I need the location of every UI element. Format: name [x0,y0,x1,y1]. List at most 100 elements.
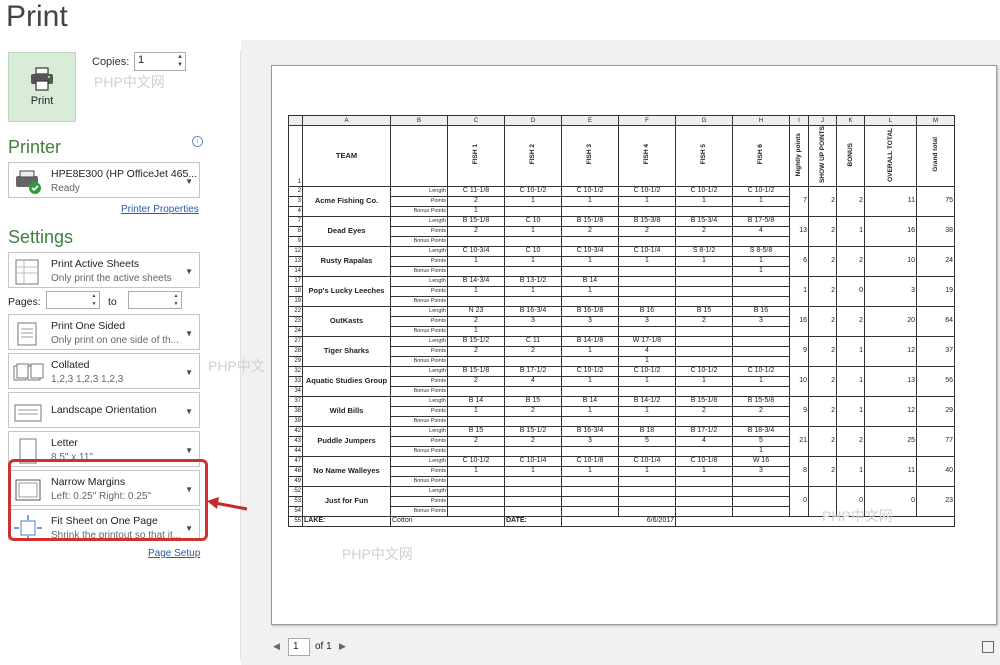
print-what-select[interactable]: Print Active Sheets Only print the activ… [8,252,200,288]
fish-cell [447,265,505,277]
fish-cell: B 17-5/8 [732,215,790,227]
fish-cell [675,285,733,297]
sub-label: Length [390,425,448,437]
current-page-input[interactable]: 1 [288,638,310,656]
overall-cell: 12 [864,395,917,427]
fish-cell: B 14 [561,395,619,407]
fish-cell [732,335,790,347]
spin-arrows-icon[interactable]: ▲ ▼ [175,53,185,70]
fish-cell [561,385,619,397]
pages-to-input[interactable]: ▲ ▼ [128,291,182,309]
nightly-cell: 7 [789,185,809,217]
fish-cell [618,265,676,277]
row-number: 19 [288,295,303,307]
copies-stepper[interactable]: 1 ▲ ▼ [134,52,186,71]
fish-cell: 1 [561,405,619,417]
fish-cell: C 10-1/2 [618,365,676,377]
fish-cell: B 15 [447,425,505,437]
printer-heading: Printer [8,137,62,157]
fish-cell [732,345,790,357]
fish-cell: C 10-1/2 [675,185,733,197]
fish-header: FISH 4 [618,125,676,187]
team-name: Wild Bills [302,395,391,427]
fish-cell [561,265,619,277]
nightly-cell: 6 [789,245,809,277]
row-number: 32 [288,365,303,377]
show-margins-icon[interactable] [982,641,994,653]
row-number: 43 [288,435,303,447]
info-icon[interactable]: i [192,136,203,147]
row-number: 38 [288,405,303,417]
fish-cell: 2 [447,225,505,237]
team-name: Aquatic Studies Group [302,365,391,397]
fish-cell: C 10-3/4 [561,245,619,257]
fish-cell: 2 [561,225,619,237]
grand-cell: 75 [916,185,955,217]
table-row: 32 Aquatic Studies Group Length B 15-1/8 B 1… [288,365,955,397]
fish-cell [675,385,733,397]
fish-cell [447,475,505,487]
page-setup-link[interactable]: Page Setup [148,548,200,559]
print-button[interactable]: Print [8,52,76,122]
fish-cell [618,285,676,297]
sub-label: Length [390,365,448,377]
team-header: TEAM [302,125,391,187]
fish-header: FISH 1 [447,125,505,187]
fish-cell [447,485,505,497]
bonus-cell: 0 [836,485,865,517]
showup-cell: 2 [808,365,837,397]
fish-cell: B 15-1/2 [504,425,562,437]
row-number: 8 [288,225,303,237]
sub-label: Bonus Points [390,205,448,217]
orientation-select[interactable]: Landscape Orientation ▼ [8,392,200,428]
column-header: B [390,115,448,126]
column-header: D [504,115,562,126]
fish-cell [675,415,733,427]
fish-header-label: FISH 3 [586,144,593,165]
fish-cell [504,445,562,457]
showup-cell: 2 [808,305,837,337]
chevron-down-icon: ▼ [185,446,193,455]
table-row: 27 Tiger Sharks Length B 15-1/2 C 11 B 14-1/8… [288,335,955,367]
spin-arrows-icon[interactable]: ▲ ▼ [89,292,99,308]
fish-cell [675,265,733,277]
printer-name: HPE8E300 (HP OfficeJet 465... [51,168,198,180]
fish-cell: 1 [732,265,790,277]
overall-cell: 11 [864,455,917,487]
pages-from-input[interactable]: ▲ ▼ [46,291,100,309]
column-header: I [789,115,809,126]
orientation-title: Landscape Orientation [51,404,157,416]
copies-label: Copies: [92,56,130,68]
fish-cell: 2 [732,405,790,417]
fish-cell: 1 [561,465,619,477]
fish-cell [618,295,676,307]
sub-label: Bonus Points [390,325,448,337]
next-page-icon[interactable]: ▶ [339,641,346,652]
grand-header: Grand total [916,125,955,187]
collation-desc: 1,2,3 1,2,3 1,2,3 [51,374,124,385]
grand-cell: 29 [916,395,955,427]
fish-cell [447,295,505,307]
fish-cell: B 15-1/8 [447,365,505,377]
nightly-cell: 1 [789,275,809,307]
fish-cell: 1 [504,195,562,207]
fish-cell: 1 [618,255,676,267]
showup-cell: 2 [808,185,837,217]
bonus-header: BONUS [836,125,865,187]
sided-select[interactable]: Print One Sided Only print on one side o… [8,314,200,350]
blank-header [390,125,448,187]
fish-cell: 1 [447,405,505,417]
spin-arrows-icon[interactable]: ▲ ▼ [171,292,181,308]
printer-select[interactable]: HPE8E300 (HP OfficeJet 465... Ready ▼ [8,162,200,198]
collation-select[interactable]: Collated 1,2,3 1,2,3 1,2,3 ▼ [8,353,200,389]
grand-cell: 24 [916,245,955,277]
fish-cell: 1 [447,285,505,297]
fish-cell: C 11 [504,335,562,347]
fish-cell: 1 [732,195,790,207]
fish-cell: C 10-1/8 [561,455,619,467]
fish-cell: 1 [675,195,733,207]
prev-page-icon[interactable]: ◀ [273,641,280,652]
fish-cell: 3 [618,315,676,327]
printer-properties-link[interactable]: Printer Properties [121,204,199,215]
team-name: No Name Walleyes [302,455,391,487]
